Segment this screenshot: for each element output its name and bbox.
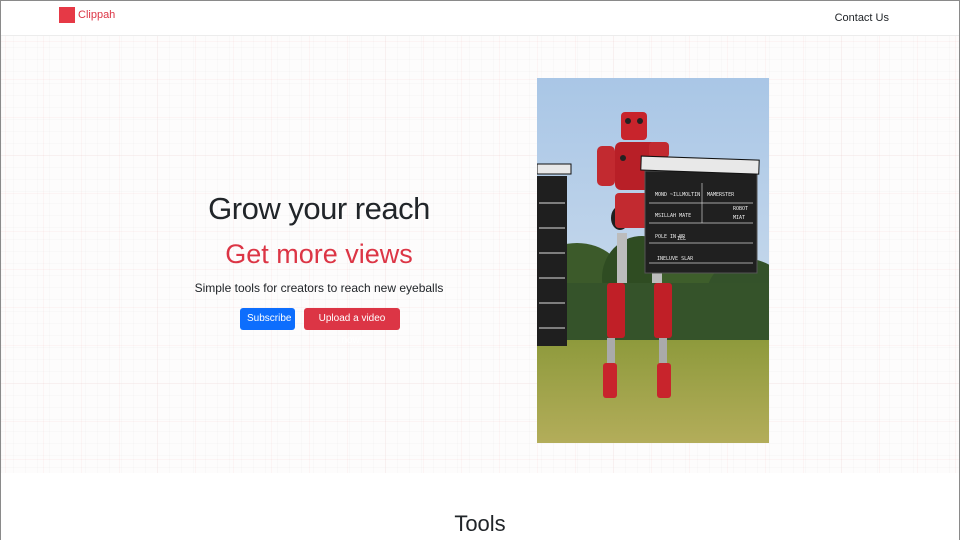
contact-us-link[interactable]: Contact Us [835,12,889,24]
brand-name: Clippah [78,9,116,21]
hero-description: Simple tools for creators to reach new e… [194,281,444,295]
robot-illustration: MOND ~ILLMOLTIN MAMERSTER ROBOT MSILLAH … [537,78,769,443]
clapper-text-8: INELUVE SLAR [657,256,694,262]
clapper-text-3: ROBOT [733,206,748,212]
clapper-text-5: MIAT [733,215,745,221]
subscribe-button[interactable]: Subscribe [240,308,295,330]
hero-image: MOND ~ILLMOLTIN MAMERSTER ROBOT MSILLAH … [537,78,769,443]
upload-video-button[interactable]: Upload a video now! [304,308,400,346]
clapper-text-7: ILL [677,236,686,242]
page: Clippah Contact Us Grow your reach Get m… [0,0,960,540]
tools-section-title: Tools [454,511,506,536]
clapper-text-2: MAMERSTER [707,192,735,198]
clapper-text-4: MSILLAH MATE [655,213,691,219]
right-clapperboard: MOND ~ILLMOLTIN MAMERSTER ROBOT MSILLAH … [640,155,760,274]
hero-title: Grow your reach [208,191,430,226]
hero-subtitle: Get more views [225,239,413,269]
hero-section: Grow your reach Get more views Simple to… [1,36,959,473]
grass-field [537,340,769,443]
brand-logo-icon [59,7,75,23]
brand-link[interactable]: Clippah [59,6,115,24]
left-clapperboard [537,163,572,346]
clapper-text-1: MOND ~ILLMOLTIN [655,192,700,198]
navbar: Clippah Contact Us [1,1,959,36]
